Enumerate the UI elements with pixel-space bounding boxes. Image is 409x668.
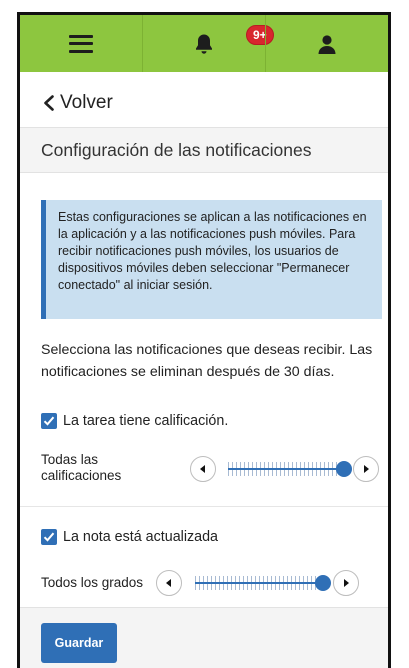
note-updated-slider-decrease-button[interactable] — [156, 570, 182, 596]
graded-slider[interactable] — [228, 461, 352, 477]
note-updated-slider-label: Todos los grados — [41, 575, 144, 590]
bell-icon — [196, 34, 212, 54]
back-label: Volver — [60, 92, 113, 113]
app-frame: 9+ Volver Configuración de las notificac… — [17, 12, 391, 668]
save-button[interactable]: Guardar — [41, 623, 117, 663]
slider-handle[interactable] — [336, 461, 352, 477]
setting-note-updated-row: La nota está actualizada — [41, 529, 218, 545]
info-message: Estas configuraciones se aplican a las n… — [41, 200, 382, 319]
graded-slider-increase-button[interactable] — [353, 456, 379, 482]
graded-slider-decrease-button[interactable] — [190, 456, 216, 482]
page-title: Configuración de las notificaciones — [20, 127, 388, 173]
settings-description: Selecciona las notificaciones que deseas… — [41, 342, 373, 380]
back-link[interactable]: Volver — [42, 92, 113, 114]
triangle-right-icon — [344, 579, 349, 587]
triangle-left-icon — [166, 579, 171, 587]
note-updated-checkbox-label[interactable]: La nota está actualizada — [63, 529, 218, 545]
hamburger-icon — [69, 34, 93, 53]
graded-slider-label: Todas las calificaciones — [41, 452, 122, 483]
slider-handle[interactable] — [315, 575, 331, 591]
notifications-button[interactable]: 9+ — [142, 15, 274, 72]
setting-graded-row: La tarea tiene calificación. — [41, 413, 228, 429]
section-divider — [20, 506, 388, 507]
graded-checkbox-label[interactable]: La tarea tiene calificación. — [63, 413, 228, 429]
user-icon — [318, 34, 336, 54]
slider-fill — [195, 582, 323, 584]
triangle-right-icon — [364, 465, 369, 473]
slider-fill — [228, 468, 344, 470]
top-navigation-bar: 9+ — [20, 15, 388, 72]
menu-button[interactable] — [20, 15, 142, 72]
checkmark-icon — [43, 416, 55, 426]
chevron-left-icon — [44, 95, 54, 111]
note-updated-checkbox[interactable] — [41, 529, 57, 545]
note-updated-slider[interactable] — [195, 575, 331, 591]
note-updated-slider-increase-button[interactable] — [333, 570, 359, 596]
checkmark-icon — [43, 532, 55, 542]
profile-button[interactable] — [265, 15, 388, 72]
graded-checkbox[interactable] — [41, 413, 57, 429]
triangle-left-icon — [200, 465, 205, 473]
